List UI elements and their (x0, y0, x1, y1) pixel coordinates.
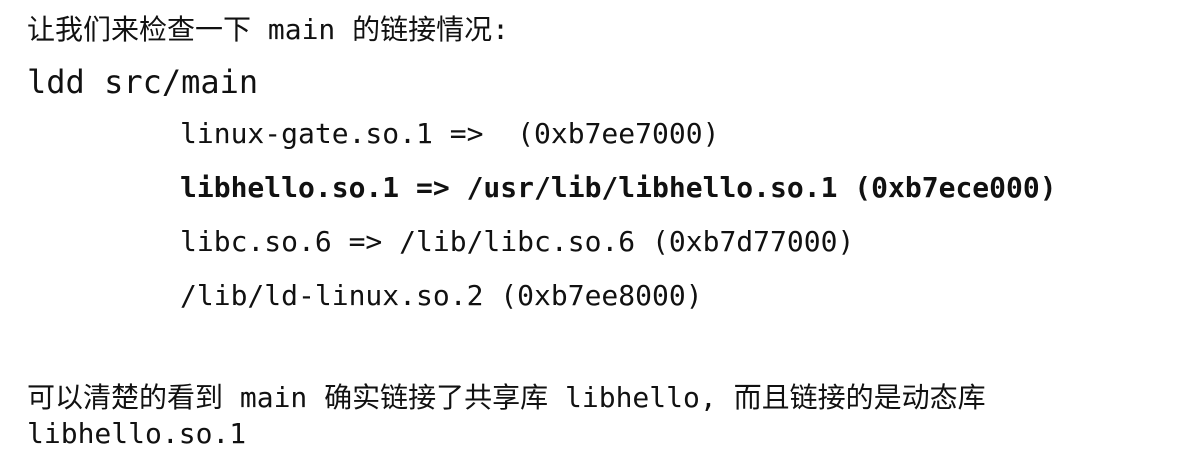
intro-text: 让我们来检查一下 main 的链接情况: (27, 13, 510, 46)
output-line-libc: libc.so.6 => /lib/libc.so.6 (0xb7d77000) (180, 225, 855, 258)
conclusion-line-1: 可以清楚的看到 main 确实链接了共享库 libhello, 而且链接的是动态… (27, 381, 986, 414)
output-line-ld-linux: /lib/ld-linux.so.2 (0xb7ee8000) (180, 279, 703, 312)
conclusion-text: 可以清楚的看到 main 确实链接了共享库 libhello, 而且链接的是动态… (27, 380, 986, 452)
ldd-command: ldd src/main (27, 63, 259, 101)
output-line-libhello: libhello.so.1 => /usr/lib/libhello.so.1 … (180, 171, 1057, 204)
conclusion-line-2: libhello.so.1 (27, 417, 247, 450)
output-line-linux-gate: linux-gate.so.1 => (0xb7ee7000) (180, 117, 720, 150)
